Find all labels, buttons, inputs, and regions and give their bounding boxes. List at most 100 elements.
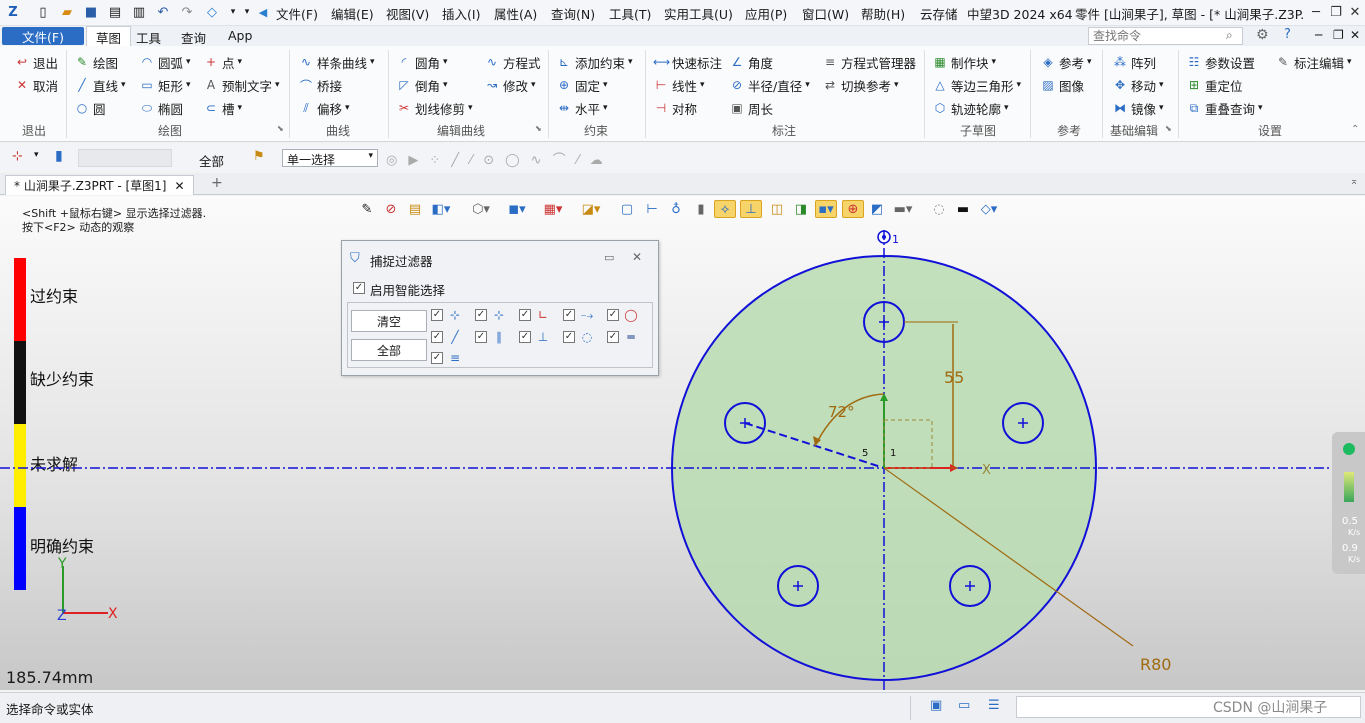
minimize-icon[interactable]: ─ (1305, 2, 1327, 22)
exit-button[interactable]: ↩ 退出 (14, 52, 58, 72)
selection-mode-icon[interactable]: ◇ (203, 3, 221, 21)
circle-button[interactable]: ○ 圆 (74, 98, 106, 118)
clear-button[interactable]: 清空 (351, 310, 427, 332)
color-bars-icon[interactable]: ▮ (55, 148, 63, 164)
document-tab[interactable]: * 山涧果子.Z3PRT - [草图1] ✕ (5, 175, 194, 195)
perimeter-button[interactable]: ▣ 周长 (729, 98, 773, 118)
trace-profile-button[interactable]: ⬡ 轨迹轮廓 ▾ (932, 98, 1009, 118)
search-input[interactable] (1088, 27, 1243, 45)
pin-icon[interactable]: ▭ (604, 251, 614, 264)
reference-button[interactable]: ◈ 参考 ▾ (1040, 52, 1091, 72)
ellipse-button[interactable]: ⬭ 椭圆 (139, 98, 183, 118)
snap-checkbox[interactable]: ✓ (431, 352, 443, 364)
horizontal-button[interactable]: ⇹ 水平 ▾ (556, 98, 608, 118)
layout-icon[interactable]: ▣ (930, 698, 942, 713)
quick-dimension-button[interactable]: ⟷ 快速标注 (653, 52, 722, 72)
undo-icon[interactable]: ↶ (154, 3, 172, 21)
toggle-reference-button[interactable]: ⇄ 切换参考 ▾ (822, 75, 899, 95)
cloud-storage-menu[interactable]: 云存储 (920, 4, 958, 23)
tab-sketch[interactable]: 草图 (86, 26, 132, 48)
mirror-button[interactable]: ⧓ 镜像 ▾ (1112, 98, 1164, 118)
trim-button[interactable]: ✂ 划线修剪 ▾ (396, 98, 473, 118)
relocate-button[interactable]: ⊞ 重定位 (1186, 75, 1243, 95)
snap-checkbox[interactable]: ✓ (563, 331, 575, 343)
radius-dimension[interactable]: R80 (1140, 655, 1171, 674)
doc-minimize-icon[interactable]: ─ (1315, 28, 1322, 42)
menu-insert[interactable]: 插入(I) (442, 4, 480, 23)
menu-utilities[interactable]: 实用工具(U) (664, 4, 733, 23)
make-block-button[interactable]: ▦ 制作块 ▾ (932, 52, 996, 72)
dialog-close-icon[interactable]: ✕ (632, 250, 642, 264)
doc-restore-icon[interactable]: ❐ (1333, 28, 1344, 42)
snap-checkbox[interactable]: ✓ (607, 309, 619, 321)
angle-dimension[interactable]: 72° (828, 403, 855, 421)
fix-button[interactable]: ⊕ 固定 ▾ (556, 75, 608, 95)
radius-diameter-button[interactable]: ⊘ 半径/直径 ▾ (729, 75, 810, 95)
modify-button[interactable]: ↝ 修改 ▾ (484, 75, 536, 95)
tab-tools[interactable]: 工具 (136, 28, 161, 47)
triangle-button[interactable]: △ 等边三角形 ▾ (932, 75, 1021, 95)
save-icon[interactable]: ■ (82, 3, 100, 21)
monitor-icon[interactable]: ▭ (958, 698, 970, 713)
layer-select[interactable] (78, 149, 172, 167)
snap-checkbox[interactable]: ✓ (475, 331, 487, 343)
group-expand-icon[interactable]: ⬊ (277, 124, 284, 133)
new-file-icon[interactable]: ▯ (34, 3, 52, 21)
new-tab-icon[interactable]: + (211, 175, 223, 191)
tab-query[interactable]: 查询 (181, 28, 206, 47)
menu-apps[interactable]: 应用(P) (745, 4, 787, 23)
collapse-ribbon-icon[interactable]: ⌃ (1351, 124, 1359, 135)
preset-text-button[interactable]: A 预制文字 ▾ (203, 75, 280, 95)
help-icon[interactable]: ? (1284, 27, 1291, 42)
snap-checkbox[interactable]: ✓ (519, 331, 531, 343)
menu-tools[interactable]: 工具(T) (609, 4, 651, 23)
smart-select-checkbox[interactable]: ✓ (353, 282, 365, 294)
snap-checkbox[interactable]: ✓ (431, 331, 443, 343)
sketch-canvas[interactable]: <Shift +鼠标右键> 显示选择过滤器. 按下<F2> 动态的观察 ✎ ⊘ … (0, 196, 1365, 690)
move-button[interactable]: ✥ 移动 ▾ (1112, 75, 1164, 95)
open-folder-icon[interactable]: ▰ (58, 3, 76, 21)
filter-all[interactable]: 全部 (199, 151, 224, 170)
menu-edit[interactable]: 编辑(E) (331, 4, 374, 23)
overlap-query-button[interactable]: ⧉ 重叠查询 ▾ (1186, 98, 1263, 118)
filter-icon[interactable]: ⚑ (253, 149, 265, 164)
menu-attribute[interactable]: 属性(A) (494, 4, 537, 23)
point-button[interactable]: + 点 ▾ (203, 52, 242, 72)
offset-button[interactable]: ⫽ 偏移 ▾ (298, 98, 349, 118)
image-button[interactable]: ▨ 图像 (1040, 75, 1084, 95)
snap-checkbox[interactable]: ✓ (607, 331, 619, 343)
menu-query[interactable]: 查询(N) (551, 4, 595, 23)
close-icon[interactable]: ✕ (1344, 2, 1365, 22)
bridge-button[interactable]: ⌒ 桥接 (298, 75, 342, 95)
chamfer-button[interactable]: ◸ 倒角 ▾ (396, 75, 447, 95)
file-menu-button[interactable]: 文件(F) (2, 27, 84, 45)
snap-checkbox[interactable]: ✓ (475, 309, 487, 321)
all-button[interactable]: 全部 (351, 339, 427, 361)
draw-button[interactable]: ✎ 绘图 (74, 52, 118, 72)
group-expand-icon[interactable]: ⬊ (535, 124, 542, 133)
snap-checkbox[interactable]: ✓ (519, 309, 531, 321)
slot-button[interactable]: ⊂ 槽 ▾ (203, 98, 242, 118)
vertical-dimension-value[interactable]: 55 (944, 368, 964, 387)
group-expand-icon[interactable]: ⬊ (1165, 124, 1172, 133)
pick-filter-icon[interactable]: ⊹ (12, 149, 23, 164)
linear-button[interactable]: ⊢ 线性 ▾ (653, 75, 705, 95)
rectangle-button[interactable]: ▭ 矩形 ▾ (139, 75, 190, 95)
arc-button[interactable]: ◠ 圆弧 ▾ (139, 52, 191, 72)
menu-file[interactable]: 文件(F) (276, 4, 318, 23)
snap-checkbox[interactable]: ✓ (563, 309, 575, 321)
parameter-settings-button[interactable]: ☷ 参数设置 (1186, 52, 1255, 72)
angle-button[interactable]: ∠ 角度 (729, 52, 773, 72)
spline-button[interactable]: ∿ 样条曲线 ▾ (298, 52, 375, 72)
snap-checkbox[interactable]: ✓ (431, 309, 443, 321)
tab-list-icon[interactable]: ⌅ (1350, 176, 1358, 187)
fillet-button[interactable]: ◜ 圆角 ▾ (396, 52, 448, 72)
dimension-edit-button[interactable]: ✎ 标注编辑 ▾ (1275, 52, 1352, 72)
list-icon[interactable]: ☰ (988, 698, 1000, 713)
menu-window[interactable]: 窗口(W) (802, 4, 849, 23)
line-button[interactable]: ╱ 直线 ▾ (74, 75, 125, 95)
select-mode-dropdown[interactable]: 单一选择 ▾ (282, 149, 378, 167)
symmetric-button[interactable]: ⊣ 对称 (653, 98, 697, 118)
tab-app[interactable]: App (228, 28, 252, 43)
equation-button[interactable]: ∿ 方程式 (484, 52, 541, 72)
